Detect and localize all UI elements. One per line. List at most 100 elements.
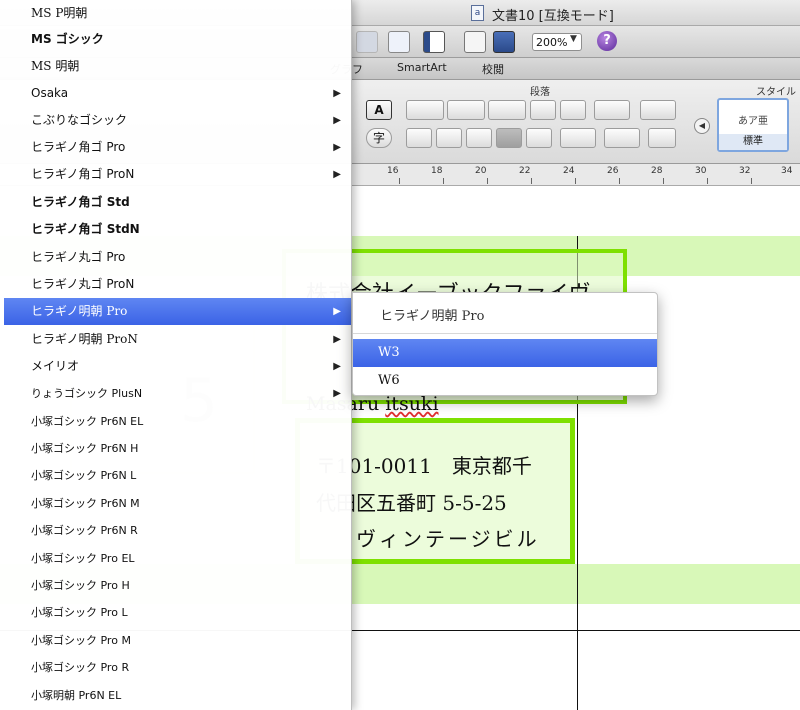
media-browser-icon[interactable] bbox=[493, 31, 515, 53]
font-item-label: MS ゴシック bbox=[31, 32, 104, 46]
justify-button[interactable] bbox=[496, 128, 522, 148]
font-item-hiragino-kakugo-std[interactable]: ヒラギノ角ゴ Std bbox=[4, 189, 351, 216]
font-item-koburina-gothic[interactable]: こぶりなゴシック ▶ bbox=[4, 107, 351, 134]
person-last-name: itsuki bbox=[385, 393, 439, 415]
ruler-tick bbox=[399, 178, 400, 184]
font-item-kozuka-gothic-pr6n-l[interactable]: 小塚ゴシック Pr6N L bbox=[4, 462, 351, 489]
font-item-kozuka-gothic-pr6n-h[interactable]: 小塚ゴシック Pr6N H bbox=[4, 435, 351, 462]
distribute-button[interactable] bbox=[526, 128, 552, 148]
font-item-label: 小塚ゴシック Pr6N H bbox=[31, 442, 139, 455]
submenu-arrow-icon: ▶ bbox=[333, 115, 341, 126]
font-item-hiragino-mincho-pron[interactable]: ヒラギノ明朝 ProN ▶ bbox=[4, 326, 351, 353]
font-item-osaka[interactable]: Osaka ▶ bbox=[4, 80, 351, 107]
font-item-kozuka-gothic-pro-l[interactable]: 小塚ゴシック Pro L bbox=[4, 599, 351, 626]
font-menu: MS P明朝 MS ゴシック MS 明朝 Osaka ▶ こぶりなゴシック ▶ ヒラ… bbox=[0, 0, 352, 710]
columns-button[interactable] bbox=[640, 100, 676, 120]
ruler-number: 24 bbox=[563, 166, 575, 176]
font-item-label: 小塚明朝 Pr6N EL bbox=[31, 689, 122, 702]
layout-view-icon[interactable] bbox=[423, 31, 445, 53]
submenu-item-label: W6 bbox=[378, 373, 400, 388]
font-item-meiryo[interactable]: メイリオ ▶ bbox=[4, 353, 351, 380]
ruler-tick bbox=[619, 178, 620, 184]
style-name: 標準 bbox=[719, 134, 787, 150]
outline-list-button[interactable] bbox=[488, 100, 526, 120]
font-item-label: 小塚ゴシック Pro L bbox=[31, 606, 128, 619]
numbered-list-button[interactable] bbox=[447, 100, 485, 120]
submenu-arrow-icon: ▶ bbox=[333, 306, 341, 317]
ruler-number: 34 bbox=[781, 166, 793, 176]
borders-button[interactable] bbox=[604, 128, 640, 148]
window-title: 文書10 [互換モード] bbox=[492, 9, 614, 24]
submenu-item-w6[interactable]: W6 bbox=[353, 367, 657, 395]
ruler-number: 32 bbox=[739, 166, 751, 176]
font-item-kozuka-gothic-pro-r[interactable]: 小塚ゴシック Pro R bbox=[4, 654, 351, 681]
align-right-button[interactable] bbox=[466, 128, 492, 148]
font-item-label: りょうゴシック PlusN bbox=[31, 387, 143, 400]
toolbox-icon[interactable] bbox=[464, 31, 486, 53]
submenu-item-w3[interactable]: W3 bbox=[353, 339, 657, 367]
font-item-kozuka-gothic-pro-el[interactable]: 小塚ゴシック Pro EL bbox=[4, 545, 351, 572]
font-item-label: 小塚ゴシック Pr6N EL bbox=[31, 415, 144, 428]
increase-indent-button[interactable] bbox=[560, 100, 586, 120]
font-item-hiragino-kakugo-pro[interactable]: ヒラギノ角ゴ Pro ▶ bbox=[4, 134, 351, 161]
help-icon[interactable]: ? bbox=[597, 31, 617, 51]
font-item-hiragino-kakugo-stdn[interactable]: ヒラギノ角ゴ StdN bbox=[4, 216, 351, 243]
font-item-ms-gothic[interactable]: MS ゴシック bbox=[4, 26, 351, 53]
font-item-label: ヒラギノ角ゴ ProN bbox=[31, 167, 135, 181]
text-direction-button[interactable] bbox=[594, 100, 630, 120]
font-item-label: ヒラギノ明朝 Pro bbox=[31, 304, 128, 318]
submenu-separator bbox=[353, 333, 657, 334]
font-item-hiragino-mincho-pro[interactable]: ヒラギノ明朝 Pro ▶ bbox=[4, 298, 351, 325]
zoom-dropdown-icon[interactable]: ▼ bbox=[570, 34, 577, 44]
char-border-button[interactable]: A bbox=[366, 100, 392, 120]
font-item-kozuka-gothic-pr6n-el[interactable]: 小塚ゴシック Pr6N EL bbox=[4, 408, 351, 435]
ruler-tick bbox=[707, 178, 708, 184]
font-item-hiragino-marugo-pro[interactable]: ヒラギノ丸ゴ Pro bbox=[4, 244, 351, 271]
style-scroll-left-icon[interactable]: ◀ bbox=[694, 118, 710, 134]
submenu-arrow-icon: ▶ bbox=[333, 169, 341, 180]
mail-icon[interactable] bbox=[356, 31, 378, 53]
font-item-label: メイリオ bbox=[31, 359, 80, 373]
font-item-ryo-gothic-plusn[interactable]: りょうゴシック PlusN ▶ bbox=[4, 380, 351, 407]
font-item-ms-p-mincho[interactable]: MS P明朝 bbox=[4, 0, 351, 27]
bullet-list-button[interactable] bbox=[406, 100, 444, 120]
line-spacing-button[interactable] bbox=[560, 128, 596, 148]
ruler-number: 20 bbox=[475, 166, 487, 176]
font-item-kozuka-mincho-pr6n-el[interactable]: 小塚明朝 Pr6N EL bbox=[4, 682, 351, 709]
submenu-arrow-icon: ▶ bbox=[333, 361, 341, 372]
ruler-tick bbox=[751, 178, 752, 184]
align-left-button[interactable] bbox=[406, 128, 432, 148]
decrease-indent-button[interactable] bbox=[530, 100, 556, 120]
font-item-label: 小塚ゴシック Pro H bbox=[31, 579, 130, 592]
font-item-label: ヒラギノ明朝 ProN bbox=[31, 332, 138, 346]
sidebar-icon[interactable] bbox=[388, 31, 410, 53]
font-item-label: ヒラギノ丸ゴ Pro bbox=[31, 250, 126, 264]
ruler-number: 18 bbox=[431, 166, 443, 176]
phonetic-guide-button[interactable]: 字 bbox=[366, 128, 392, 148]
ruler-tick bbox=[487, 178, 488, 184]
font-item-label: 小塚ゴシック Pr6N M bbox=[31, 497, 140, 510]
font-item-ms-mincho[interactable]: MS 明朝 bbox=[4, 53, 351, 80]
ruler-number: 28 bbox=[651, 166, 663, 176]
ruler-number: 16 bbox=[387, 166, 399, 176]
font-item-kozuka-gothic-pr6n-r[interactable]: 小塚ゴシック Pr6N R bbox=[4, 517, 351, 544]
font-item-label: ヒラギノ角ゴ Std bbox=[31, 195, 130, 209]
align-center-button[interactable] bbox=[436, 128, 462, 148]
font-item-label: ヒラギノ角ゴ StdN bbox=[31, 222, 140, 236]
tab-review[interactable]: 校閲 bbox=[482, 61, 504, 77]
font-item-kozuka-gothic-pro-m[interactable]: 小塚ゴシック Pro M bbox=[4, 627, 351, 654]
submenu-arrow-icon: ▶ bbox=[333, 388, 341, 399]
font-item-hiragino-kakugo-pron[interactable]: ヒラギノ角ゴ ProN ▶ bbox=[4, 161, 351, 188]
shading-button[interactable] bbox=[648, 128, 676, 148]
font-item-label: 小塚ゴシック Pr6N L bbox=[31, 469, 137, 482]
font-item-hiragino-marugo-pron[interactable]: ヒラギノ丸ゴ ProN bbox=[4, 271, 351, 298]
font-item-kozuka-gothic-pr6n-m[interactable]: 小塚ゴシック Pr6N M bbox=[4, 490, 351, 517]
paragraph-group-label: 段落 bbox=[530, 87, 550, 98]
font-item-kozuka-gothic-pro-h[interactable]: 小塚ゴシック Pro H bbox=[4, 572, 351, 599]
tab-smartart[interactable]: SmartArt bbox=[397, 61, 447, 74]
submenu-item-label: W3 bbox=[378, 345, 400, 360]
font-item-label: Osaka bbox=[31, 86, 69, 100]
font-item-label: MS 明朝 bbox=[31, 59, 80, 73]
style-normal-button[interactable]: あア亜 標準 bbox=[717, 98, 789, 152]
submenu-arrow-icon: ▶ bbox=[333, 142, 341, 153]
